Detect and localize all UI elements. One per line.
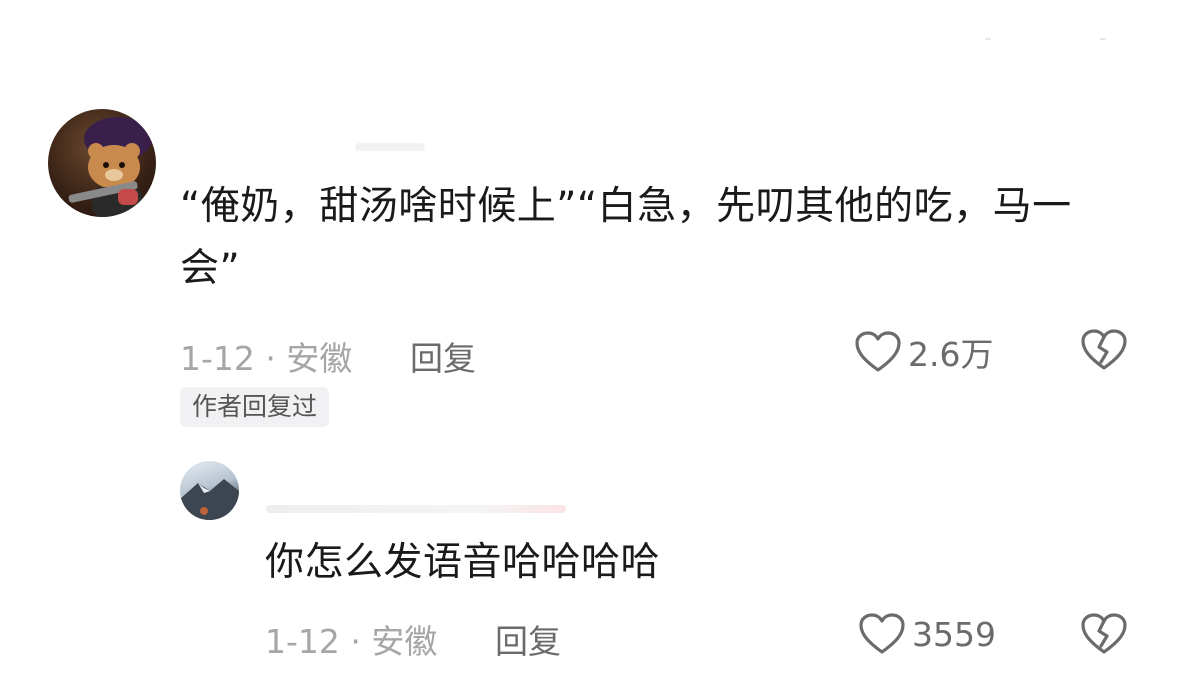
like-button[interactable]: 3559 — [858, 612, 996, 656]
username[interactable] — [355, 143, 425, 151]
status-dot — [985, 38, 991, 40]
status-dot — [1100, 38, 1106, 40]
reply-button[interactable]: 回复 — [495, 615, 561, 663]
like-count: 3559 — [912, 614, 996, 654]
comment-meta: 1-12 · 安徽 — [180, 339, 353, 378]
avatar[interactable] — [48, 109, 156, 217]
comment-text: “俺奶，甜汤啥时候上”“白急，先叨其他的吃，马一会” — [180, 184, 1072, 291]
comment-text: 你怎么发语音哈哈哈哈 — [265, 540, 661, 585]
author-replied-badge: 作者回复过 — [180, 387, 330, 427]
broken-heart-icon — [1081, 613, 1127, 654]
heart-outline-icon — [859, 613, 905, 654]
broken-heart-icon — [1081, 329, 1127, 370]
username[interactable] — [266, 505, 566, 513]
like-count: 2.6万 — [908, 335, 994, 374]
dislike-button[interactable] — [1080, 328, 1128, 376]
like-button[interactable]: 2.6万 — [854, 328, 993, 376]
reply-button[interactable]: 回复 — [410, 332, 476, 380]
heart-outline-icon — [855, 331, 901, 372]
comment-meta: 1-12 · 安徽 — [265, 622, 438, 661]
avatar[interactable] — [180, 461, 239, 520]
dislike-button[interactable] — [1080, 612, 1128, 660]
